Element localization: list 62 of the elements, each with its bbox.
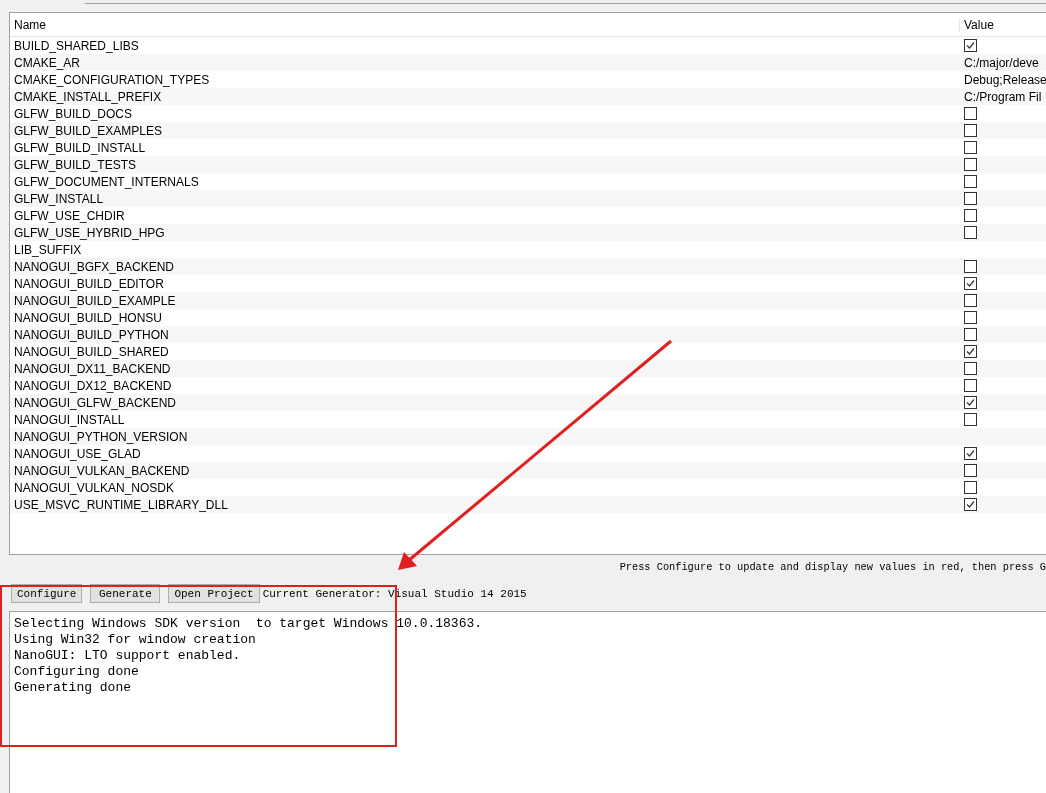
checkbox[interactable]: [964, 124, 977, 137]
variable-name: NANOGUI_DX12_BACKEND: [13, 378, 173, 393]
checkbox[interactable]: [964, 481, 977, 494]
variable-name: GLFW_INSTALL: [13, 191, 105, 206]
variable-name: CMAKE_CONFIGURATION_TYPES: [13, 72, 211, 87]
variable-name: GLFW_BUILD_INSTALL: [13, 140, 147, 155]
checkbox[interactable]: [964, 141, 977, 154]
log-line: Configuring done: [14, 664, 139, 680]
variable-name: BUILD_SHARED_LIBS: [13, 38, 140, 53]
checkbox[interactable]: [964, 498, 977, 511]
variable-name: NANOGUI_BUILD_SHARED: [13, 344, 170, 359]
variable-name: GLFW_DOCUMENT_INTERNALS: [13, 174, 200, 189]
variable-name: NANOGUI_BUILD_EXAMPLE: [13, 293, 177, 308]
checkbox[interactable]: [964, 362, 977, 375]
variable-name: CMAKE_AR: [13, 55, 82, 70]
variable-name: NANOGUI_VULKAN_BACKEND: [13, 463, 191, 478]
variable-name: GLFW_BUILD_EXAMPLES: [13, 123, 164, 138]
checkbox[interactable]: [964, 260, 977, 273]
checkbox[interactable]: [964, 175, 977, 188]
checkbox[interactable]: [964, 464, 977, 477]
checkbox[interactable]: [964, 396, 977, 409]
variable-name: USE_MSVC_RUNTIME_LIBRARY_DLL: [13, 497, 229, 512]
variable-name: LIB_SUFFIX: [13, 242, 83, 257]
checkbox[interactable]: [964, 447, 977, 460]
variable-name: CMAKE_INSTALL_PREFIX: [13, 89, 163, 104]
checkbox[interactable]: [964, 107, 977, 120]
variable-value[interactable]: C:/Program Fil: [964, 89, 1042, 104]
variable-name: NANOGUI_DX11_BACKEND: [13, 361, 172, 376]
column-header[interactable]: Name: [10, 17, 960, 32]
checkbox[interactable]: [964, 328, 977, 341]
hint-text: Press Configure to update and display new values in red, then press G: [618, 561, 1046, 575]
checkbox[interactable]: [964, 39, 977, 52]
variable-name: NANOGUI_INSTALL: [13, 412, 126, 427]
checkbox[interactable]: [964, 294, 977, 307]
variable-name: GLFW_BUILD_TESTS: [13, 157, 138, 172]
variable-name: NANOGUI_BGFX_BACKEND: [13, 259, 176, 274]
checkbox[interactable]: [964, 209, 977, 222]
variable-name: NANOGUI_GLFW_BACKEND: [13, 395, 178, 410]
variable-name: GLFW_USE_HYBRID_HPG: [13, 225, 166, 240]
log-line: Generating done: [14, 680, 132, 696]
variable-name: NANOGUI_USE_GLAD: [13, 446, 142, 461]
checkbox[interactable]: [964, 192, 977, 205]
checkbox[interactable]: [964, 379, 977, 392]
log-line: NanoGUI: LTO support enabled.: [14, 648, 241, 664]
variable-name: GLFW_BUILD_DOCS: [13, 106, 134, 121]
variable-name: NANOGUI_BUILD_EDITOR: [13, 276, 165, 291]
checkbox[interactable]: [964, 158, 977, 171]
variable-name: NANOGUI_VULKAN_NOSDK: [13, 480, 176, 495]
variable-name: GLFW_USE_CHDIR: [13, 208, 126, 223]
variable-name: NANOGUI_BUILD_PYTHON: [13, 327, 170, 342]
checkbox[interactable]: [964, 413, 977, 426]
variable-name: NANOGUI_BUILD_HONSU: [13, 310, 164, 325]
checkbox[interactable]: [964, 311, 977, 324]
column-header[interactable]: Value: [960, 17, 994, 32]
variable-name: NANOGUI_PYTHON_VERSION: [13, 429, 189, 444]
log-line: Selecting Windows SDK version to target Windows 10.0.18363.: [14, 616, 483, 632]
variable-value[interactable]: C:/major/deve: [964, 55, 1039, 70]
checkbox[interactable]: [964, 277, 977, 290]
variable-value[interactable]: Debug;Release: [964, 72, 1046, 87]
checkbox[interactable]: [964, 345, 977, 358]
log-line: Using Win32 for window creation: [14, 632, 256, 648]
checkbox[interactable]: [964, 226, 977, 239]
